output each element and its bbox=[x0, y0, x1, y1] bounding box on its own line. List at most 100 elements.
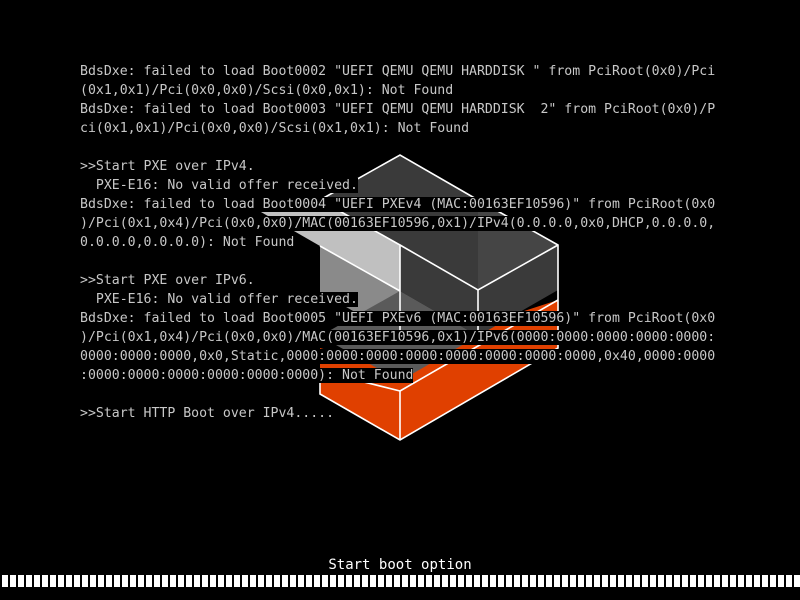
progress-segment bbox=[66, 575, 72, 587]
progress-segment bbox=[554, 575, 560, 587]
console-line: >>Start HTTP Boot over IPv4..... bbox=[80, 406, 335, 421]
progress-segment bbox=[418, 575, 424, 587]
progress-segment bbox=[634, 575, 640, 587]
progress-segment bbox=[346, 575, 352, 587]
progress-segment bbox=[266, 575, 272, 587]
progress-segment bbox=[674, 575, 680, 587]
console-line: BdsDxe: failed to load Boot0005 "UEFI PX… bbox=[80, 311, 716, 326]
uefi-boot-screen: BdsDxe: failed to load Boot0002 "UEFI QE… bbox=[0, 0, 800, 600]
progress-segment bbox=[714, 575, 720, 587]
progress-segment bbox=[226, 575, 232, 587]
progress-segment bbox=[306, 575, 312, 587]
progress-segment bbox=[338, 575, 344, 587]
boot-status-label: Start boot option bbox=[328, 557, 472, 573]
progress-segment bbox=[770, 575, 776, 587]
progress-segment bbox=[522, 575, 528, 587]
progress-segment bbox=[498, 575, 504, 587]
console-line: 0000:0000:0000,0x0,Static,0000:0000:0000… bbox=[80, 349, 716, 364]
progress-segment bbox=[18, 575, 24, 587]
progress-segment bbox=[314, 575, 320, 587]
progress-segment bbox=[570, 575, 576, 587]
progress-segment bbox=[242, 575, 248, 587]
progress-segment bbox=[482, 575, 488, 587]
progress-segment bbox=[538, 575, 544, 587]
boot-progress-bar bbox=[0, 575, 800, 587]
progress-segment bbox=[162, 575, 168, 587]
progress-segment bbox=[322, 575, 328, 587]
progress-segment bbox=[90, 575, 96, 587]
console-line: :0000:0000:0000:0000:0000:0000): Not Fou… bbox=[80, 368, 414, 383]
progress-segment bbox=[410, 575, 416, 587]
progress-segment bbox=[178, 575, 184, 587]
progress-segment bbox=[546, 575, 552, 587]
progress-segment bbox=[58, 575, 64, 587]
progress-segment bbox=[474, 575, 480, 587]
progress-segment bbox=[578, 575, 584, 587]
progress-segment bbox=[50, 575, 56, 587]
progress-segment bbox=[642, 575, 648, 587]
progress-segment bbox=[218, 575, 224, 587]
progress-segment bbox=[170, 575, 176, 587]
progress-segment bbox=[618, 575, 624, 587]
progress-segment bbox=[354, 575, 360, 587]
progress-segment bbox=[794, 575, 800, 587]
progress-segment bbox=[610, 575, 616, 587]
progress-segment bbox=[722, 575, 728, 587]
progress-segment bbox=[98, 575, 104, 587]
progress-segment bbox=[602, 575, 608, 587]
progress-segment bbox=[402, 575, 408, 587]
progress-segment bbox=[202, 575, 208, 587]
console-line: BdsDxe: failed to load Boot0002 "UEFI QE… bbox=[80, 64, 716, 79]
progress-segment bbox=[514, 575, 520, 587]
progress-segment bbox=[594, 575, 600, 587]
console-line: )/Pci(0x1,0x4)/Pci(0x0,0x0)/MAC(00163EF1… bbox=[80, 216, 716, 231]
progress-segment bbox=[738, 575, 744, 587]
progress-segment bbox=[754, 575, 760, 587]
console-line: PXE-E16: No valid offer received. bbox=[80, 292, 358, 307]
progress-segment bbox=[386, 575, 392, 587]
progress-segment bbox=[746, 575, 752, 587]
progress-segment bbox=[442, 575, 448, 587]
console-line: 0.0.0.0,0.0.0.0): Not Found bbox=[80, 235, 295, 250]
progress-segment bbox=[250, 575, 256, 587]
progress-segment bbox=[74, 575, 80, 587]
progress-segment bbox=[146, 575, 152, 587]
console-line: >>Start PXE over IPv4. bbox=[80, 159, 255, 174]
progress-segment bbox=[138, 575, 144, 587]
progress-segment bbox=[210, 575, 216, 587]
console-line: >>Start PXE over IPv6. bbox=[80, 273, 255, 288]
progress-segment bbox=[26, 575, 32, 587]
progress-segment bbox=[450, 575, 456, 587]
progress-segment bbox=[362, 575, 368, 587]
progress-segment bbox=[506, 575, 512, 587]
progress-segment bbox=[434, 575, 440, 587]
console-line: BdsDxe: failed to load Boot0003 "UEFI QE… bbox=[80, 102, 716, 117]
progress-segment bbox=[34, 575, 40, 587]
progress-segment bbox=[122, 575, 128, 587]
console-line: BdsDxe: failed to load Boot0004 "UEFI PX… bbox=[80, 197, 716, 212]
progress-segment bbox=[330, 575, 336, 587]
progress-segment bbox=[426, 575, 432, 587]
progress-segment bbox=[42, 575, 48, 587]
progress-segment bbox=[698, 575, 704, 587]
progress-segment bbox=[658, 575, 664, 587]
progress-segment bbox=[154, 575, 160, 587]
progress-segment bbox=[490, 575, 496, 587]
progress-segment bbox=[234, 575, 240, 587]
progress-segment bbox=[690, 575, 696, 587]
progress-segment bbox=[530, 575, 536, 587]
progress-segment bbox=[282, 575, 288, 587]
progress-segment bbox=[378, 575, 384, 587]
progress-segment bbox=[274, 575, 280, 587]
progress-segment bbox=[786, 575, 792, 587]
progress-segment bbox=[762, 575, 768, 587]
progress-segment bbox=[666, 575, 672, 587]
progress-segment bbox=[394, 575, 400, 587]
progress-segment bbox=[298, 575, 304, 587]
progress-segment bbox=[682, 575, 688, 587]
progress-segment bbox=[10, 575, 16, 587]
console-line: PXE-E16: No valid offer received. bbox=[80, 178, 358, 193]
